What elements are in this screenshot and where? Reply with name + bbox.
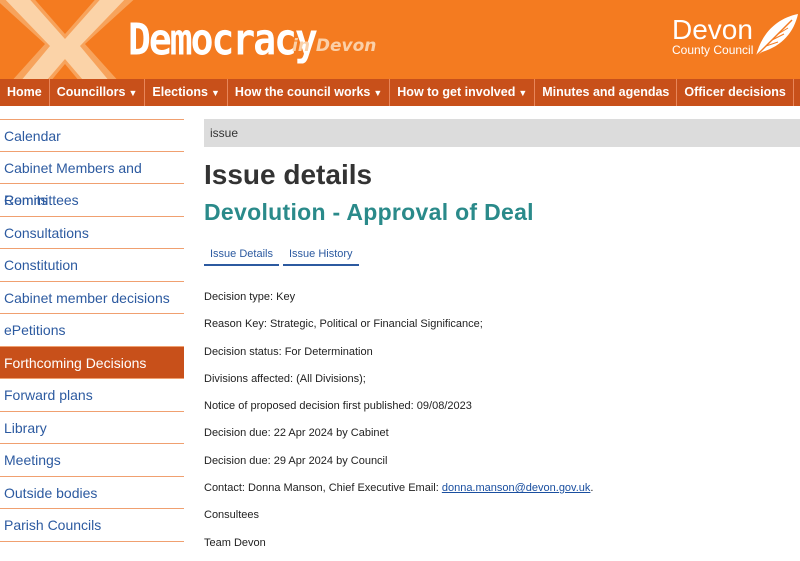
tab-issue-details[interactable]: Issue Details <box>204 245 279 266</box>
nav-item-label: Elections <box>152 85 208 99</box>
detail-decision-status: Decision status: For Determination <box>204 345 373 358</box>
detail-due-cabinet: Decision due: 22 Apr 2024 by Cabinet <box>204 427 389 440</box>
site-subtitle: in Devon <box>292 36 377 56</box>
detail-reason-key: Reason Key: Strategic, Political or Fina… <box>204 318 483 331</box>
detail-contact: Contact: Donna Manson, Chief Executive E… <box>204 479 800 506</box>
sidebar-item-library[interactable]: Library <box>0 412 184 444</box>
sidebar-item-meetings[interactable]: Meetings <box>0 444 184 477</box>
sidebar-item-cabinet-members-and-remits[interactable]: Cabinet Members and Remits <box>0 152 184 208</box>
council-logo-text[interactable]: Devon <box>672 16 753 44</box>
detail-due-council: Decision due: 29 Apr 2024 by Council <box>204 454 388 467</box>
nav-item-label: How to get involved <box>397 85 516 99</box>
contact-suffix: . <box>590 482 594 495</box>
contact-email-link[interactable]: donna.manson@devon.gov.uk <box>442 482 591 494</box>
nav-item-label: Officer decisions <box>684 85 786 99</box>
council-logo-subtext: County Council <box>672 43 754 57</box>
detail-decision-type: Decision type: Key <box>204 291 296 303</box>
page-title: Issue details <box>204 159 373 190</box>
issue-tabs: Issue Details Issue History <box>204 245 800 266</box>
caret-down-icon: ▼ <box>128 88 138 98</box>
nav-item-elections[interactable]: Elections ▼ <box>145 79 228 106</box>
consultees-label: Consultees <box>204 509 260 522</box>
sidebar-item-epetitions[interactable]: ePetitions <box>0 314 184 347</box>
site-header: Democracy in Devon Devon County Council <box>0 0 800 79</box>
nav-item-how-to-get-involved[interactable]: How to get involved ▼ <box>390 79 536 106</box>
nav-item-home[interactable]: Home <box>0 79 50 106</box>
sidebar-item-committees[interactable]: Committees <box>0 184 184 217</box>
sidebar-menu: Calendar Cabinet Members and Remits Commit… <box>0 119 184 542</box>
nav-item-officer-decisions[interactable]: Officer decisions <box>677 79 794 106</box>
nav-item-label: Minutes and agendas <box>542 85 670 99</box>
nav-item-label: Home <box>7 85 42 99</box>
site-title[interactable]: Democracy <box>128 14 318 65</box>
caret-down-icon: ▼ <box>211 88 220 98</box>
leaf-logo-icon <box>755 14 798 57</box>
nav-item-how-the-council-works[interactable]: How the council works ▼ <box>228 79 391 106</box>
consultees-value: Team Devon <box>204 536 266 549</box>
nav-item-minutes-and-agendas[interactable]: Minutes and agendas <box>535 79 678 106</box>
main-content: issue Issue details Devolution - Approva… <box>204 119 800 561</box>
sidebar-item-outside-bodies[interactable]: Outside bodies <box>0 477 184 509</box>
sidebar-item-calendar[interactable]: Calendar <box>0 119 184 152</box>
sidebar-item-forward-plans[interactable]: Forward plans <box>0 379 184 412</box>
sidebar-item-forthcoming-decisions[interactable]: Forthcoming Decisions <box>0 346 184 379</box>
detail-first-published: Notice of proposed decision first publis… <box>204 400 472 413</box>
nav-item-councillors[interactable]: Councillors ▼ <box>50 79 146 106</box>
caret-down-icon: ▼ <box>373 88 383 98</box>
nav-item-label: How the council works <box>234 85 371 99</box>
sidebar-item-constitution[interactable]: Constitution <box>0 249 184 282</box>
breadcrumb: issue <box>204 119 800 147</box>
issue-title: Devolution - Approval of Deal <box>204 199 534 225</box>
main-navigation: Home Councillors ▼ Elections ▼ How the counci… <box>0 79 800 106</box>
contact-text: Contact: Donna Manson, Chief Executive E… <box>204 482 442 495</box>
tab-issue-history[interactable]: Issue History <box>282 245 359 266</box>
nav-item-label: Councillors <box>56 85 126 99</box>
sidebar-item-cabinet-member-decisions[interactable]: Cabinet member decisions <box>0 282 184 314</box>
x-logo-icon <box>0 0 134 79</box>
detail-divisions: Divisions affected: (All Divisions); <box>204 372 366 385</box>
sidebar-item-consultations[interactable]: Consultations <box>0 217 184 249</box>
issue-details: Decision type: Key Reason Key: Strategic… <box>204 288 800 561</box>
caret-down-icon: ▼ <box>518 88 528 98</box>
sidebar-item-parish-councils[interactable]: Parish Councils <box>0 509 184 542</box>
